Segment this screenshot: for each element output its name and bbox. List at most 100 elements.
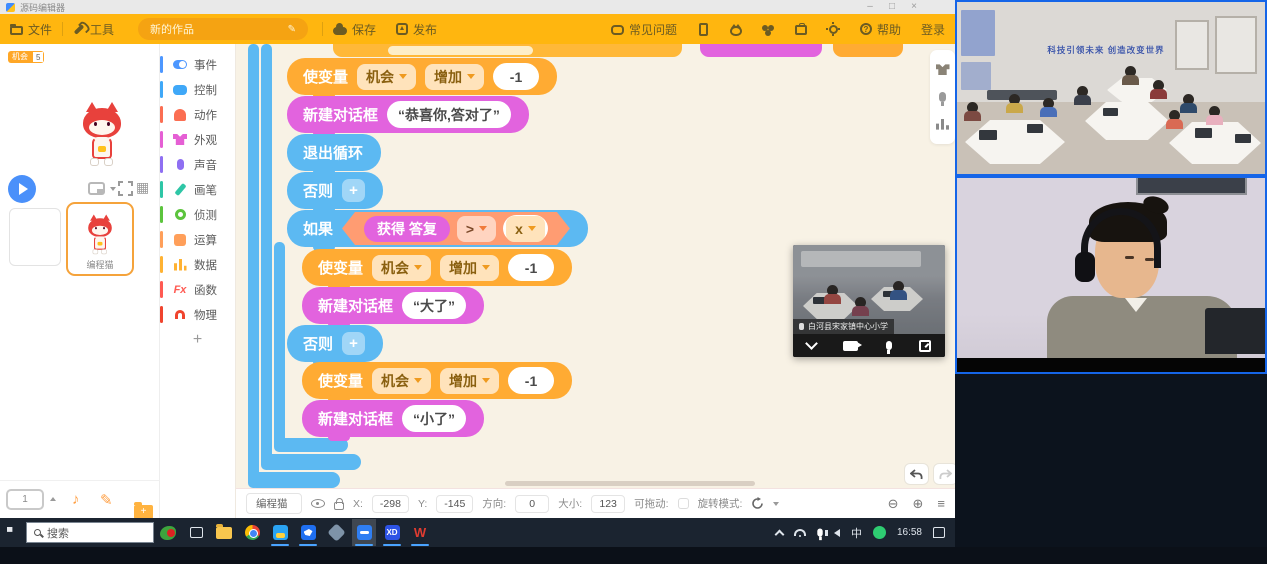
dialog-text-input[interactable]: “恭喜你,答对了” (387, 101, 511, 128)
stage-ratio-icon[interactable] (88, 182, 105, 195)
play-button[interactable] (8, 175, 36, 203)
operator-dropdown[interactable]: > (457, 216, 496, 242)
lock-icon[interactable] (334, 502, 344, 510)
operation-dropdown[interactable]: 增加 (425, 64, 484, 90)
palette-category-operators[interactable]: 运算 (160, 227, 235, 252)
data-chart-icon[interactable] (936, 119, 949, 130)
block-new-dialog[interactable]: 新建对话框 “大了” (302, 287, 484, 324)
app-wps[interactable]: W (408, 519, 432, 546)
x-value-input[interactable]: -298 (372, 495, 409, 513)
variable-dropdown[interactable]: 机会 (372, 255, 431, 281)
speaker-icon[interactable] (834, 529, 840, 537)
y-value-input[interactable]: -145 (436, 495, 473, 513)
stage-sprite-codemao-cat[interactable] (76, 100, 128, 170)
mascot-button[interactable] (720, 14, 752, 44)
scene-caret-icon[interactable] (50, 497, 56, 501)
variable-x-dropdown[interactable]: x (506, 216, 545, 242)
zoom-in-icon[interactable]: ⊕ (913, 496, 924, 512)
teacher-video-pane[interactable] (955, 176, 1267, 374)
palette-category-sensing[interactable]: 侦测 (160, 202, 235, 227)
close-button[interactable]: × (906, 1, 922, 12)
canvas-menu-icon[interactable]: ≡ (937, 496, 945, 511)
start-button[interactable] (0, 518, 26, 547)
if-block-spine[interactable] (261, 44, 272, 470)
block-exit-loop[interactable]: 退出循环 (287, 134, 381, 171)
hidden-icons-chevron[interactable] (775, 529, 785, 539)
palette-category-pen[interactable]: 画笔 (160, 177, 235, 202)
notification-center-icon[interactable] (933, 527, 945, 538)
block-change-variable[interactable]: 使变量 机会 增加 -1 (302, 249, 572, 286)
block-else[interactable]: 否则 + (287, 172, 383, 209)
horizontal-scrollbar[interactable] (505, 481, 755, 486)
dialog-text-input[interactable]: “大了” (402, 292, 466, 319)
mobile-preview-button[interactable] (687, 14, 720, 44)
conference-preview-window[interactable]: 白河县宋家镇中心小学 (793, 245, 945, 357)
palette-category-data[interactable]: 数据 (160, 252, 235, 277)
palette-category-control[interactable]: 控制 (160, 77, 235, 102)
redo-button[interactable] (933, 463, 955, 485)
palette-category-events[interactable]: 事件 (160, 52, 235, 77)
value-input[interactable]: -1 (508, 254, 554, 281)
loop-block-spine[interactable] (248, 44, 259, 488)
fullscreen-icon[interactable] (118, 181, 133, 196)
value-input[interactable]: -1 (508, 367, 554, 394)
community-button[interactable] (752, 14, 785, 44)
help-button[interactable]: 帮助 (850, 14, 911, 44)
zoom-out-icon[interactable]: ⊖ (888, 496, 899, 512)
login-button[interactable]: 登录 (911, 14, 955, 44)
block-new-dialog[interactable]: 新建对话框 “恭喜你,答对了” (287, 96, 529, 133)
app-file-explorer[interactable] (212, 519, 236, 546)
palette-category-functions[interactable]: Fx函数 (160, 277, 235, 302)
rotation-caret-icon[interactable] (773, 502, 779, 506)
reporter-get-answer[interactable]: 获得 答复 (364, 216, 450, 242)
classroom-video-pane[interactable]: 科技引领未来 创造改变世界 (955, 0, 1267, 176)
palette-category-looks[interactable]: 外观 (160, 127, 235, 152)
app-browser[interactable] (268, 519, 292, 546)
visibility-eye-icon[interactable] (311, 499, 325, 508)
app-meeting-active[interactable] (352, 519, 376, 546)
publish-button[interactable]: 发布 (386, 14, 447, 44)
variable-monitor[interactable]: 机会 5 (8, 51, 44, 63)
task-view-button[interactable] (184, 519, 208, 546)
collapse-chevron-icon[interactable] (805, 337, 818, 350)
sprite-name-input[interactable]: 编程猫 (246, 493, 302, 514)
inner-if-block-spine[interactable] (274, 242, 285, 452)
undo-button[interactable] (904, 463, 929, 485)
block-new-dialog[interactable]: 新建对话框 “小了” (302, 400, 484, 437)
clipped-block[interactable] (833, 44, 903, 57)
dialog-text-input[interactable]: “小了” (402, 405, 466, 432)
clock[interactable]: 16:58 (897, 527, 922, 538)
script-canvas[interactable]: 使变量 机会 增加 -1 新建对话框 “恭喜你,答对了” 退出循环 否则 + 如… (236, 44, 955, 488)
block-else[interactable]: 否则 + (287, 325, 383, 362)
block-change-variable[interactable]: 使变量 机会 增加 -1 (302, 362, 572, 399)
taskbar-search-input[interactable]: 搜索 (26, 522, 154, 543)
app-chrome[interactable] (240, 519, 264, 546)
costume-shirt-icon[interactable] (936, 64, 950, 75)
backdrop-thumbnail[interactable] (9, 208, 61, 266)
faq-button[interactable]: 常见问题 (601, 14, 687, 44)
tray-mic-icon[interactable] (817, 528, 822, 536)
condition-slot[interactable]: 获得 答复 > x (342, 212, 570, 245)
sound-mic-icon[interactable] (939, 92, 946, 102)
minimize-button[interactable]: – (862, 1, 878, 12)
tray-app-icon[interactable] (873, 526, 886, 539)
settings-button[interactable] (817, 14, 850, 44)
block-if[interactable]: 如果 获得 答复 > x (287, 210, 588, 247)
paint-pencil-icon[interactable]: ✎ (100, 491, 113, 509)
direction-value-input[interactable]: 0 (515, 495, 549, 513)
ime-indicator[interactable]: 中 (851, 525, 862, 541)
camera-icon[interactable] (843, 341, 858, 351)
clipped-block[interactable] (333, 44, 682, 57)
value-input[interactable]: -1 (493, 63, 539, 90)
tools-menu[interactable]: 工具 (63, 14, 124, 44)
grid-icon[interactable]: ▦ (136, 180, 151, 195)
material-box-button[interactable] (785, 14, 817, 44)
sprite-card-selected[interactable]: 编程猫 (66, 202, 134, 276)
add-material-folder-icon[interactable] (134, 505, 153, 519)
add-category-button[interactable]: + (160, 331, 235, 357)
add-condition-button[interactable]: + (342, 332, 365, 355)
palette-category-physics[interactable]: 物理 (160, 302, 235, 327)
save-button[interactable]: 保存 (323, 14, 386, 44)
if-block-end[interactable] (261, 454, 361, 470)
palette-category-motion[interactable]: 动作 (160, 102, 235, 127)
